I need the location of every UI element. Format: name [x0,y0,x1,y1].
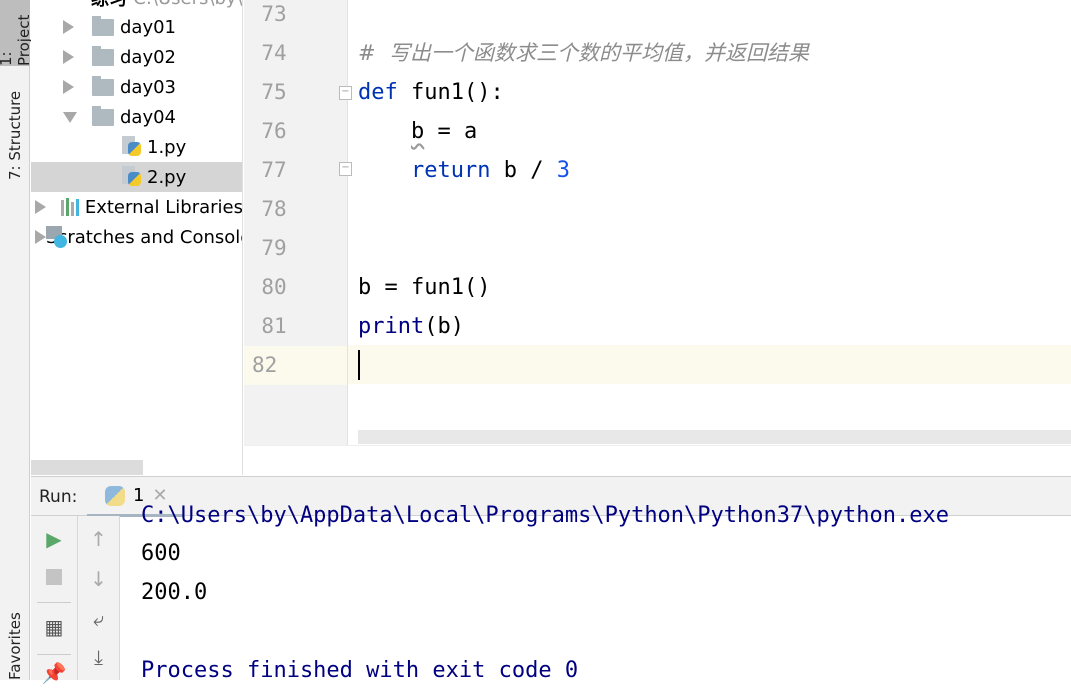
line-number-current: 82 [244,346,347,385]
tree-item-day04[interactable]: day04 [31,102,242,132]
line-number: 81 [261,314,287,338]
editor-horizontal-scrollbar[interactable] [358,430,1071,444]
left-tool-stripe: 1: Project 7: Structure Favorites [0,0,33,680]
tree-item-day02[interactable]: day02 [31,42,242,72]
text-caret [358,350,360,380]
code-line-81: print(b) [358,314,464,339]
line-number: 73 [261,2,287,26]
tab-structure[interactable]: 7: Structure [0,78,30,193]
stop-button[interactable] [31,560,77,594]
line-number: 79 [261,236,287,260]
console-line: Process finished with exit code 0 [141,658,579,680]
soft-wrap-icon[interactable]: ⤶ [78,602,119,636]
folder-icon [92,45,114,66]
chevron-right-icon[interactable] [63,20,74,34]
editor-gutter: 73 74 75 76 77 78 79 80 81 82 − − [244,0,352,445]
python-icon [105,485,125,506]
folder-icon [92,75,114,96]
python-file-icon [122,136,142,158]
layout-icon[interactable]: ▦ [31,610,77,644]
chevron-right-icon[interactable] [35,230,46,244]
console-line: 200.0 [141,580,208,605]
code-line-80: b = fun1() [358,275,491,300]
tab-project[interactable]: 1: Project [0,0,33,66]
arrow-down-icon[interactable]: ↓ [78,562,119,596]
tree-item-1py[interactable]: 1.py [31,132,242,162]
tree-item-day01[interactable]: day01 [31,12,242,42]
code-comment: # 写出一个函数求三个数的平均值，并返回结果 [358,41,809,65]
line-number: 76 [261,119,287,143]
project-horizontal-scrollbar[interactable] [31,460,143,475]
folder-icon [92,15,114,36]
tree-item-external-libraries[interactable]: External Libraries [31,192,242,222]
chevron-down-icon[interactable] [63,111,77,123]
chevron-right-icon[interactable] [63,80,74,94]
libraries-icon [61,198,80,216]
line-number: 77 [261,158,287,182]
fold-icon[interactable]: − [339,162,352,176]
editor-bottom-area [244,445,1071,475]
warning-underline: b [410,119,425,144]
code-editor[interactable]: # 写出一个函数求三个数的平均值，并返回结果 def fun1(): b = a… [358,0,1071,430]
run-toolbar: ▶ ▦ 📌 [31,516,78,685]
console-output[interactable]: C:\Users\by\AppData\Local\Programs\Pytho… [141,500,1071,680]
line-number: 78 [261,197,287,221]
code-line-77: return b / 3 [410,158,570,183]
tree-item-2py[interactable]: 2.py [31,162,242,192]
line-number: 80 [261,275,287,299]
code-line-76: b = a [410,119,478,144]
console-line: 600 [141,541,181,566]
tree-item-day03[interactable]: day03 [31,72,242,102]
console-line: C:\Users\by\AppData\Local\Programs\Pytho… [141,503,949,528]
line-number: 74 [261,41,287,65]
fold-icon[interactable]: − [339,86,352,100]
arrow-up-icon[interactable]: ↑ [78,522,119,556]
project-tree: 练习 C:\Users\by\ day01 day02 day03 day04 … [31,0,243,475]
chevron-right-icon[interactable] [35,200,46,214]
tab-favorites[interactable]: Favorites [0,610,30,680]
run-toolbar-secondary: ↑ ↓ ⤶ ⤓ [78,516,120,680]
rerun-button[interactable]: ▶ [31,522,77,556]
scroll-to-end-icon[interactable]: ⤓ [78,640,119,674]
pin-icon[interactable]: 📌 [31,656,77,690]
chevron-right-icon[interactable] [63,50,74,64]
python-file-icon [122,166,142,188]
run-label: Run: [39,487,78,507]
line-number: 75 [261,80,287,104]
folder-icon [92,105,114,126]
tree-item-scratches[interactable]: Scratches and Consoles [31,222,242,252]
code-line-75: def fun1(): [358,80,504,105]
